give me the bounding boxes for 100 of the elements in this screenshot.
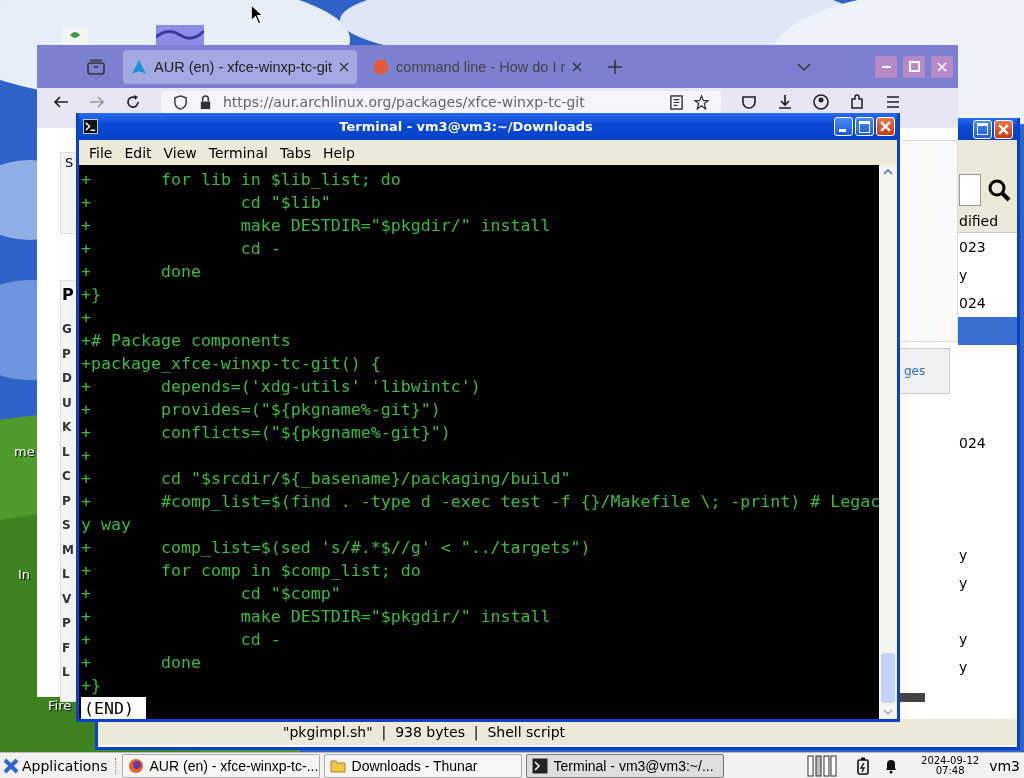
terminal-line: +# Package components [81,330,292,352]
scrollbar[interactable] [879,165,897,719]
field-label: S [65,154,74,172]
link[interactable]: ges [900,364,926,378]
triangle-logo-icon [131,58,147,75]
search-icon[interactable] [987,178,1011,202]
file-row[interactable]: y [958,261,1017,289]
taskbar-button[interactable]: Terminal - vm3@vm3:~/... [525,753,724,778]
menu-item[interactable]: View [157,144,203,161]
close-button[interactable] [876,117,895,136]
status-text: "pkgimpl.sh" | 938 bytes | Shell script [283,724,566,740]
file-row[interactable]: 024 [958,429,1017,457]
file-row[interactable]: y [958,625,1017,653]
detail-label: S [62,517,71,534]
desktop-icon-label[interactable]: me [14,444,35,459]
detail-label: V [62,590,72,608]
minimize-button[interactable] [875,55,897,78]
maximize-button[interactable] [903,55,925,78]
star-icon[interactable] [694,94,709,110]
shield-icon[interactable] [173,94,188,110]
detail-label: D [62,370,72,387]
picture-icon [156,25,204,45]
minimize-button[interactable] [834,117,853,136]
terminal-line: + cd "$lib" [81,192,332,214]
back-icon[interactable] [53,94,69,110]
terminal-line: y way [81,514,132,536]
terminal-line: + depends=('xdg-utils' 'libwintc') [81,376,482,398]
detail-label: U [62,394,72,412]
browser-icon [127,757,144,774]
detail-label: P [62,615,71,632]
terminal-line: + #comp_list=$(find . -type d -exec test -f {}/Makefile \; -print) # Legac [81,491,879,513]
column-header[interactable]: dified [958,210,1017,233]
terminal-line: + cd - [81,238,282,260]
new-tab-icon[interactable] [608,59,623,74]
tab-list-icon[interactable] [87,58,105,75]
terminal-line: + cd - [81,629,282,651]
terminal-line: + make DESTDIR="$pkgdir/" install [81,606,552,628]
applications-button[interactable]: Applications [0,753,111,778]
terminal-line: + comp_list=$(sed 's/#.*$//g' < "../targets") [81,537,592,559]
close-icon [937,61,947,72]
terminal-line: + for comp in $comp_list; do [81,560,422,582]
menu-item[interactable]: Help [316,144,361,161]
terminal-line: + conflicts=("${pkgname%-git}") [81,422,452,444]
window-title: Terminal - vm3@vm3:~/Downloads [338,119,594,134]
terminal-icon [531,757,548,774]
circle-logo-icon [373,58,390,75]
scroll-thumb[interactable] [881,653,895,703]
terminal-line: + provides=("${pkgname%-git}") [81,399,442,421]
menu-item[interactable]: Edit [118,144,158,161]
taskbar-button[interactable]: AUR (en) - xfce-winxp-tc-... [121,753,320,778]
terminal-icon [83,119,98,134]
desktop-icon-label[interactable]: In [18,567,31,582]
terminal-line: +} [81,284,102,306]
menu-item[interactable]: Tabs [273,144,317,161]
file-row[interactable]: y [958,653,1017,681]
download-icon[interactable] [777,94,793,110]
terminal-line: + [81,307,92,329]
terminal-line: + done [81,261,202,283]
x-logo-icon [3,757,19,774]
close-tab-icon[interactable] [339,61,350,72]
detail-label: K [62,419,72,436]
close-button[interactable] [931,55,953,78]
folder-icon [329,757,346,774]
cursor-icon [250,4,263,25]
search-field[interactable] [959,174,981,206]
reload-icon[interactable] [125,94,141,110]
detail-label: L [62,664,70,681]
terminal-line: + for lib in $lib_list; do [81,169,402,191]
scrollbar[interactable] [900,693,925,702]
account-icon[interactable] [813,94,829,110]
terminal-line: + make DESTDIR="$pkgdir/" install [81,215,552,237]
close-button[interactable] [994,119,1013,139]
taskbar-button[interactable]: Downloads - Thunar [323,753,522,778]
menu-item[interactable]: File [83,144,119,161]
scroll-up-icon[interactable] [883,169,893,175]
close-tab-icon[interactable] [572,61,583,72]
maximize-button[interactable] [855,117,874,136]
maximize-button[interactable] [973,119,992,139]
terminal-line: + done [81,652,202,674]
reader-view-icon[interactable] [669,94,684,110]
caret-icon[interactable] [797,62,811,71]
workspace-switcher[interactable] [807,754,838,777]
menu-item[interactable]: Terminal [202,144,274,161]
clock[interactable]: 2024-09-12 07:48 [921,755,980,776]
section-heading: P [62,284,74,306]
address-field[interactable]: https://aur.archlinux.org/packages/xfce-winxp-tc-git [161,91,721,113]
battery-icon[interactable] [855,756,872,775]
desktop-icon-label[interactable]: Fire [48,698,72,713]
lock-icon[interactable] [198,94,213,110]
menu-icon[interactable] [885,94,901,110]
terminal-line: + cd "$comp" [81,583,342,605]
browser-tab[interactable]: AUR (en) - xfce-winxp-tc-git [123,49,358,84]
terminal-line: +} [81,675,102,697]
detail-label: G [62,321,72,338]
file-row[interactable]: y [958,541,1017,569]
user-name[interactable]: vm3 [989,757,1020,774]
file-row[interactable]: 023 [958,233,1017,261]
file-row[interactable]: y [958,569,1017,597]
file-row[interactable]: 024 [958,289,1017,317]
detail-label: C [62,468,71,485]
